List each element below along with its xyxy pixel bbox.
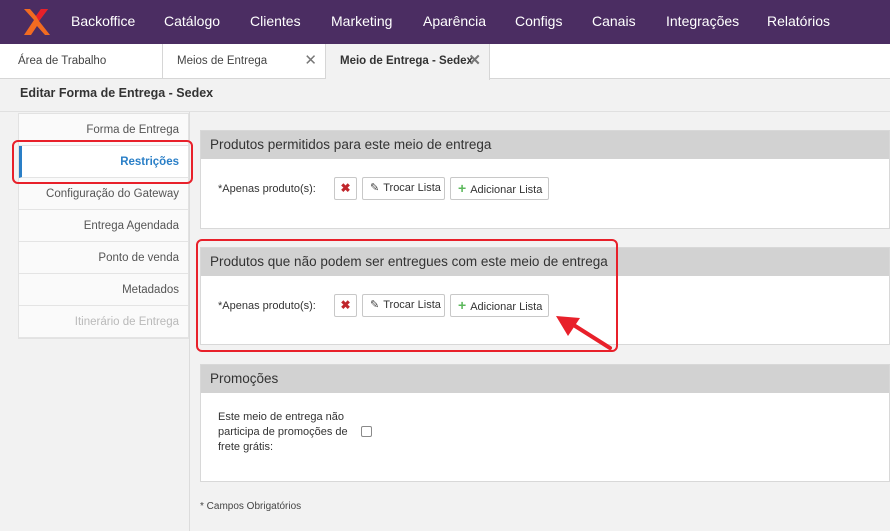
close-icon[interactable]: ✕	[304, 44, 317, 78]
page-title: Editar Forma de Entrega - Sedex	[20, 86, 214, 100]
nav-aparencia[interactable]: Aparência	[423, 0, 486, 44]
nav-relatorios[interactable]: Relatórios	[767, 0, 830, 44]
field-label: *Apenas produto(s):	[218, 183, 316, 195]
title-divider	[0, 111, 890, 112]
nav-marketing[interactable]: Marketing	[331, 0, 392, 44]
tab-label: Meio de Entrega - Sedex	[340, 55, 473, 67]
menu-item-ponto-de-venda[interactable]: Ponto de venda	[19, 242, 188, 274]
tab-meios-de-entrega[interactable]: Meios de Entrega ✕	[163, 44, 326, 79]
free-shipping-label: Este meio de entrega não participa de pr…	[218, 411, 348, 453]
remove-list-button[interactable]: ✖	[334, 177, 357, 200]
button-label: Adicionar Lista	[470, 184, 543, 196]
nav-backoffice[interactable]: Backoffice	[71, 0, 135, 44]
panel-title: Promoções	[201, 365, 889, 393]
pencil-icon: ✎	[370, 182, 380, 194]
nav-catalogo[interactable]: Catálogo	[164, 0, 220, 44]
plus-icon: +	[458, 180, 467, 196]
tab-area-de-trabalho[interactable]: Área de Trabalho	[4, 44, 163, 79]
close-icon[interactable]: ✕	[468, 44, 481, 78]
annotation-highlight-menu	[12, 140, 193, 184]
add-list-button[interactable]: + Adicionar Lista	[450, 177, 549, 200]
nav-clientes[interactable]: Clientes	[250, 0, 301, 44]
free-shipping-checkbox[interactable]	[361, 426, 372, 437]
required-fields-note: * Campos Obrigatórios	[200, 501, 302, 512]
tab-bar: Área de Trabalho Meios de Entrega ✕ Meio…	[0, 44, 890, 80]
swap-list-button[interactable]: ✎ Trocar Lista	[362, 177, 445, 200]
button-label: Trocar Lista	[383, 182, 441, 194]
tab-meio-de-entrega-sedex[interactable]: Meio de Entrega - Sedex ✕	[326, 44, 490, 80]
promotions-panel: Promoções Este meio de entrega não parti…	[200, 364, 890, 482]
top-navbar: Backoffice Catálogo Clientes Marketing A…	[0, 0, 890, 44]
menu-item-metadados[interactable]: Metadados	[19, 274, 188, 306]
close-icon: ✖	[340, 181, 351, 195]
tab-label: Meios de Entrega	[177, 55, 268, 67]
nav-integracoes[interactable]: Integrações	[666, 0, 739, 44]
brand-logo-icon[interactable]	[20, 6, 52, 38]
nav-canais[interactable]: Canais	[592, 0, 636, 44]
menu-item-entrega-agendada[interactable]: Entrega Agendada	[19, 210, 188, 242]
annotation-arrow-icon	[556, 316, 612, 350]
allowed-products-panel: Produtos permitidos para este meio de en…	[200, 130, 890, 229]
nav-configs[interactable]: Configs	[515, 0, 562, 44]
panel-title: Produtos permitidos para este meio de en…	[201, 131, 889, 159]
tab-label: Área de Trabalho	[18, 55, 107, 67]
menu-item-itinerario-de-entrega: Itinerário de Entrega	[19, 306, 188, 338]
